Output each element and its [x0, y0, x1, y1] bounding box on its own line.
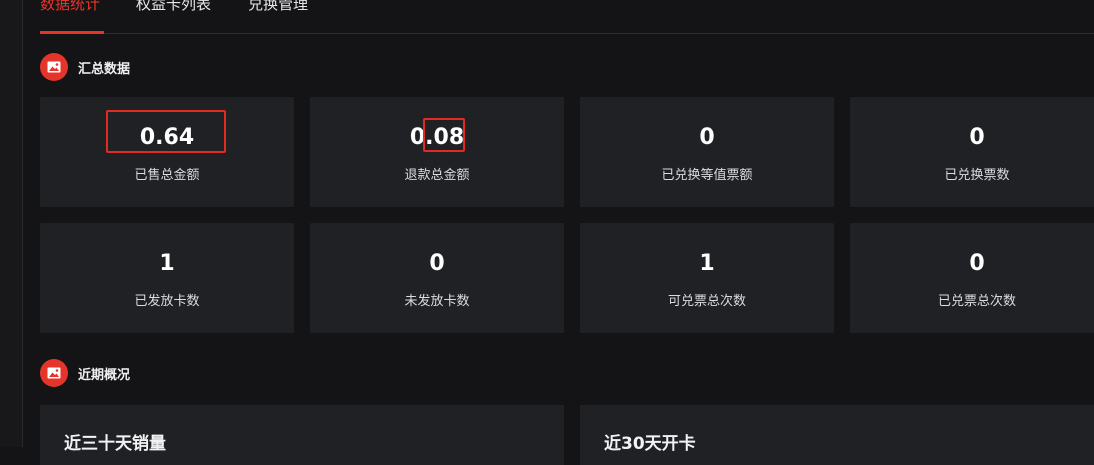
- stat-value: 0: [969, 125, 985, 150]
- tab-bar: 数据统计 权益卡列表 兑换管理: [40, 0, 1094, 34]
- stat-card-redeemed-times: 0 已兑票总次数: [850, 223, 1094, 333]
- stat-value: 0.64: [139, 125, 195, 150]
- stat-value: 0.08: [409, 125, 465, 150]
- image-icon: [40, 359, 68, 387]
- stat-label: 未发放卡数: [404, 294, 470, 309]
- stat-label: 已售总金额: [134, 168, 200, 183]
- summary-section-title: 汇总数据: [78, 62, 131, 77]
- stat-label: 退款总金额: [404, 168, 470, 183]
- stat-card-issued-cards: 1 已发放卡数: [40, 223, 294, 333]
- stat-label: 已兑换等值票额: [661, 168, 753, 183]
- panel-title: 近30天开卡: [604, 434, 696, 454]
- stat-card-redeemable-times: 1 可兑票总次数: [580, 223, 834, 333]
- stat-label: 已兑票总次数: [937, 294, 1016, 309]
- tab-data-statistics[interactable]: 数据统计: [40, 0, 100, 16]
- stat-card-redeemed-tickets: 0 已兑换票数: [850, 97, 1094, 207]
- tab-benefit-card-list[interactable]: 权益卡列表: [136, 0, 211, 16]
- stat-value: 0: [429, 251, 445, 276]
- stat-value: 1: [159, 251, 175, 276]
- stat-label: 已兑换票数: [944, 168, 1010, 183]
- stat-value: 0: [699, 125, 715, 150]
- sales-30-days-panel: 近三十天销量: [40, 405, 564, 465]
- stat-card-unissued-cards: 0 未发放卡数: [310, 223, 564, 333]
- panel-title: 近三十天销量: [64, 434, 166, 454]
- stat-card-refund-amount: 0.08 退款总金额: [310, 97, 564, 207]
- active-tab-indicator: [40, 31, 104, 34]
- stat-value: 1: [699, 251, 715, 276]
- cards-opened-30-days-panel: 近30天开卡: [580, 405, 1094, 465]
- stat-value: 0: [969, 251, 985, 276]
- tab-redemption-management[interactable]: 兑换管理: [248, 0, 308, 16]
- stat-card-sold-amount: 0.64 已售总金额: [40, 97, 294, 207]
- stat-label: 可兑票总次数: [667, 294, 746, 309]
- stat-label: 已发放卡数: [134, 294, 200, 309]
- recent-section-title: 近期概况: [78, 368, 131, 383]
- stat-card-redeemed-value: 0 已兑换等值票额: [580, 97, 834, 207]
- image-icon: [40, 53, 68, 81]
- left-sidebar-strip: [0, 0, 23, 447]
